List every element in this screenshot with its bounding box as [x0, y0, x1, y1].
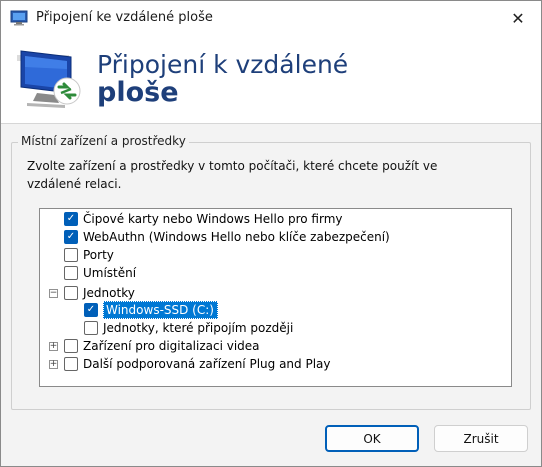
- remote-desktop-logo: [17, 50, 81, 108]
- tree-item-later-drives[interactable]: Jednotky, které připojím později: [84, 319, 293, 337]
- tree-item-drives[interactable]: Jednotky: [64, 284, 135, 302]
- tree-item-video-capture[interactable]: Zařízení pro digitalizaci videa: [64, 337, 260, 355]
- close-icon: ✕: [511, 8, 525, 28]
- expand-icon[interactable]: +: [49, 360, 58, 369]
- tree-item-label: Jednotky: [83, 286, 135, 300]
- ok-button[interactable]: OK: [325, 425, 419, 452]
- device-tree[interactable]: ✓ Čipové karty nebo Windows Hello pro fi…: [39, 208, 512, 387]
- checkbox-icon[interactable]: [64, 339, 78, 353]
- tree-item-label: Porty: [83, 248, 114, 262]
- banner-title-line1: Připojení k vzdálené: [97, 50, 349, 79]
- checkbox-checked-icon[interactable]: ✓: [64, 230, 78, 244]
- checkbox-icon[interactable]: [64, 266, 78, 280]
- expand-icon[interactable]: +: [49, 342, 58, 351]
- checkbox-icon[interactable]: [84, 321, 98, 335]
- tree-item-label: Čipové karty nebo Windows Hello pro firm…: [83, 212, 343, 226]
- checkbox-checked-icon[interactable]: ✓: [84, 303, 98, 317]
- window-title: Připojení ke vzdálené ploše: [36, 10, 213, 25]
- checkbox-checked-icon[interactable]: ✓: [64, 212, 78, 226]
- tree-item-webauthn[interactable]: ✓ WebAuthn (Windows Hello nebo klíče zab…: [64, 228, 390, 246]
- title-bar: Připojení ke vzdálené ploše ✕: [1, 1, 541, 35]
- group-label: Místní zařízení a prostředky: [18, 134, 189, 148]
- tree-item-label: Další podporovaná zařízení Plug and Play: [83, 357, 331, 371]
- group-description: Zvolte zařízení a prostředky v tomto poč…: [27, 159, 438, 191]
- checkbox-icon[interactable]: [64, 248, 78, 262]
- cancel-button[interactable]: Zrušit: [434, 425, 528, 452]
- tree-item-label: Umístění: [83, 266, 137, 280]
- collapse-icon[interactable]: −: [49, 289, 58, 298]
- close-button[interactable]: ✕: [495, 1, 541, 35]
- tree-item-smartcards[interactable]: ✓ Čipové karty nebo Windows Hello pro fi…: [64, 210, 343, 228]
- tree-item-label: Zařízení pro digitalizaci videa: [83, 339, 260, 353]
- remote-desktop-icon: [10, 10, 28, 26]
- dialog-window: Připojení ke vzdálené ploše ✕ Připojení …: [0, 0, 542, 467]
- tree-item-windows-ssd[interactable]: ✓ Windows-SSD (C:): [84, 301, 218, 319]
- tree-item-label: WebAuthn (Windows Hello nebo klíče zabez…: [83, 230, 390, 244]
- tree-item-label: Jednotky, které připojím později: [103, 321, 294, 335]
- checkbox-icon[interactable]: [64, 286, 78, 300]
- tree-item-pnp-devices[interactable]: Další podporovaná zařízení Plug and Play: [64, 355, 330, 373]
- checkbox-icon[interactable]: [64, 357, 78, 371]
- tree-item-ports[interactable]: Porty: [64, 246, 114, 264]
- tree-item-location[interactable]: Umístění: [64, 264, 136, 282]
- tree-item-label-selected: Windows-SSD (C:): [103, 301, 218, 319]
- banner-title-line2: ploše: [97, 77, 179, 108]
- header-banner: Připojení k vzdálené ploše: [1, 35, 541, 124]
